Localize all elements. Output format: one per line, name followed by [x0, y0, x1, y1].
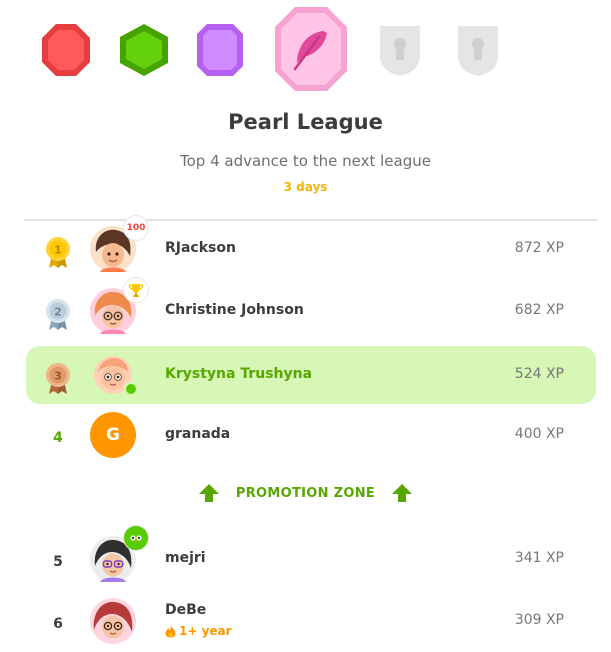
gold-medal-icon: 1 [40, 234, 76, 270]
xp-value: 400 XP [514, 426, 564, 442]
online-status-dot [124, 382, 138, 396]
avatar[interactable] [90, 278, 148, 334]
svg-text:2: 2 [54, 306, 62, 319]
bronze-medal-icon: 3 [40, 360, 76, 396]
leaderboard-row[interactable]: 4 G granada 400 XP [26, 406, 596, 464]
time-remaining: 3 days [283, 180, 328, 194]
hundred-sticker-icon: 100 [124, 216, 148, 240]
leaderboard-row-current-user[interactable]: 3 Krystyna Trushyna 524 XP [26, 346, 596, 404]
up-arrow-icon [392, 484, 413, 502]
xp-value: 524 XP [514, 366, 564, 382]
avatar-initial: G [106, 425, 120, 445]
leaderboard-row[interactable]: 1 100 RJackson 872 XP [26, 216, 596, 278]
promotion-zone-label: PROMOTION ZONE [235, 485, 376, 501]
leaderboard-row[interactable]: 5 mejri 341 XP [26, 526, 596, 588]
avatar[interactable]: G [90, 412, 136, 458]
rank-number: 5 [53, 554, 63, 570]
trophy-sticker-icon [124, 278, 148, 302]
rank-number: 6 [53, 616, 63, 632]
locked-league-badge-1 [374, 20, 426, 78]
locked-league-badge-2 [452, 20, 504, 78]
user-name: granada [165, 426, 231, 442]
flame-icon [165, 625, 176, 637]
avatar[interactable] [90, 352, 138, 398]
ruby-league-badge [40, 22, 92, 78]
silver-medal-icon: 2 [40, 296, 76, 332]
streak-badge: 1+ year [165, 624, 232, 638]
streak-label: 1+ year [179, 624, 232, 638]
user-name: Christine Johnson [165, 302, 304, 318]
user-name: RJackson [165, 240, 236, 256]
league-title: Pearl League [228, 110, 383, 134]
xp-value: 309 XP [514, 612, 564, 628]
promotion-zone-divider: PROMOTION ZONE [0, 480, 611, 506]
up-arrow-icon [198, 484, 219, 502]
xp-value: 341 XP [514, 550, 564, 566]
league-subtitle: Top 4 advance to the next league [180, 152, 431, 170]
league-badges-row [0, 0, 611, 100]
svg-text:1: 1 [54, 244, 62, 257]
avatar[interactable] [90, 526, 148, 582]
user-name: Krystyna Trushyna [165, 366, 313, 382]
amethyst-league-badge [195, 22, 245, 78]
avatar[interactable]: 100 [90, 216, 148, 272]
svg-text:3: 3 [54, 370, 62, 383]
xp-value: 682 XP [514, 302, 564, 318]
rank-number: 4 [53, 430, 63, 446]
xp-value: 872 XP [514, 240, 564, 256]
leaderboard-row[interactable]: 6 DeBe 1+ year 309 XP [26, 592, 596, 650]
user-name: DeBe [165, 602, 207, 618]
emerald-league-badge [118, 22, 170, 78]
user-name: mejri [165, 550, 206, 566]
pearl-league-badge [273, 5, 349, 93]
avatar[interactable] [90, 598, 136, 644]
owl-sticker-icon [124, 526, 148, 550]
leaderboard-row[interactable]: 2 Christine Johnson 682 XP [26, 278, 596, 340]
